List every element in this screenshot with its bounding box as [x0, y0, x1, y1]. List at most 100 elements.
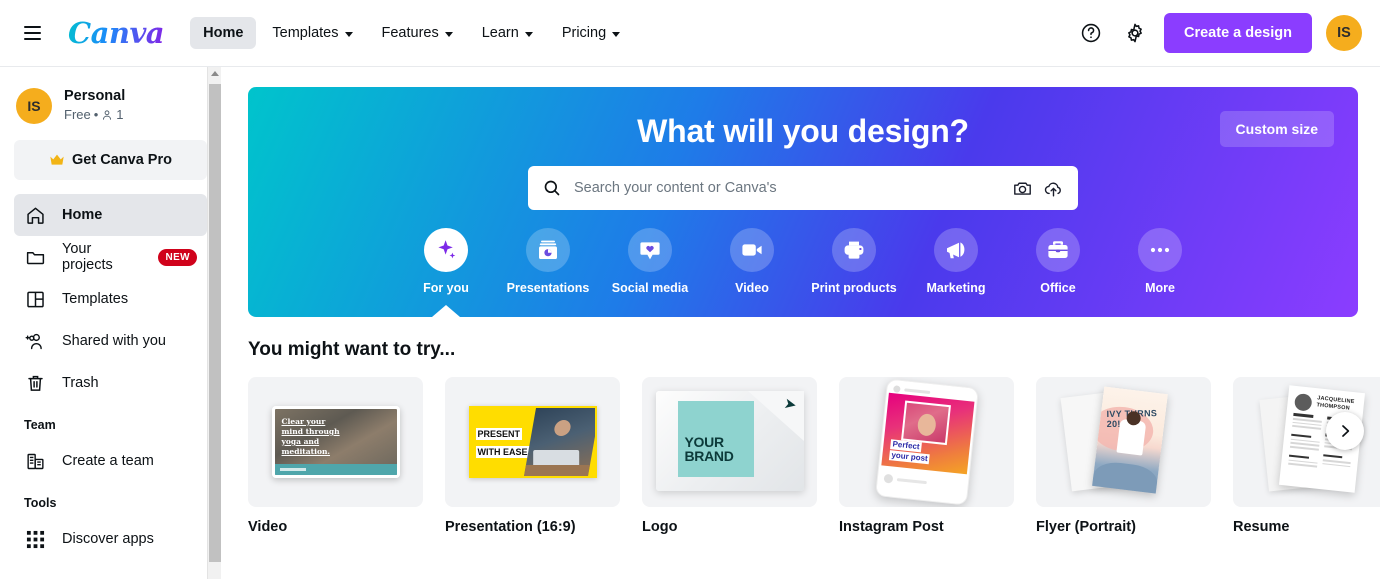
category-more[interactable]: More — [1120, 228, 1200, 295]
logo-thumbnail-art: YOUR BRAND ➤ — [655, 387, 804, 497]
chevron-down-icon — [524, 31, 533, 37]
sidebar-nav-list: Home Your projects NEW Templates Shared … — [0, 190, 221, 404]
video-thumbnail-art: Clear your mind through yoga and meditat… — [271, 406, 400, 478]
folder-icon — [24, 246, 46, 268]
profile-name: Personal — [64, 88, 126, 104]
nav-item-label: Learn — [481, 25, 519, 41]
presentation-art-line1: PRESENT — [475, 428, 523, 440]
sidebar-item-templates[interactable]: Templates — [14, 278, 207, 320]
logo-art-square: YOUR BRAND — [677, 401, 754, 477]
home-icon — [24, 204, 46, 226]
sidebar-item-label: Discover apps — [62, 531, 154, 547]
sidebar-item-label: Your projects — [62, 241, 113, 273]
nav-item-label: Templates — [272, 25, 339, 41]
video-art-caption: Clear your mind through yoga and meditat… — [281, 417, 340, 456]
banner-title: What will you design? — [637, 113, 969, 149]
suggestion-card-logo[interactable]: YOUR BRAND ➤ Logo — [642, 377, 817, 535]
sidebar-item-trash[interactable]: Trash — [14, 362, 207, 404]
category-print-products[interactable]: Print products — [811, 228, 897, 295]
suggestion-card-video[interactable]: Clear your mind through yoga and meditat… — [248, 377, 423, 535]
nav-right-actions: Create a design IS — [1076, 13, 1362, 53]
card-thumbnail: PRESENT WITH EASE — [445, 377, 620, 507]
ellipsis-icon — [1138, 228, 1182, 272]
carousel-next-button[interactable] — [1326, 412, 1364, 450]
suggestion-card-resume[interactable]: JACQUELINE THOMPSON Resume — [1233, 377, 1380, 535]
sparkle-icon — [424, 228, 468, 272]
search-wrapper — [248, 166, 1358, 210]
top-navigation-bar: Canva Home Templates Features Learn Pric… — [0, 0, 1380, 67]
search-icon — [544, 180, 560, 196]
category-office[interactable]: Office — [1018, 228, 1098, 295]
create-a-design-button[interactable]: Create a design — [1164, 13, 1312, 53]
card-label: Video — [248, 519, 288, 535]
category-video[interactable]: Video — [712, 228, 792, 295]
chevron-down-icon — [612, 31, 621, 37]
search-bar[interactable] — [528, 166, 1078, 210]
suggestions-heading: You might want to try... — [248, 339, 456, 360]
card-label: Flyer (Portrait) — [1036, 519, 1136, 535]
active-category-arrow-icon — [432, 305, 460, 317]
card-label: Resume — [1233, 519, 1290, 535]
sidebar-item-label: Home — [62, 207, 103, 223]
sidebar-section-team: Team — [24, 418, 56, 432]
profile-member-count: 1 — [116, 107, 124, 122]
category-for-you[interactable]: For you — [406, 228, 486, 317]
category-label: Video — [735, 281, 769, 295]
cloud-upload-icon[interactable] — [1043, 178, 1064, 199]
profile-plan-row: Free • 1 — [64, 106, 125, 124]
video-progress-bar — [274, 464, 397, 475]
sidebar-profile[interactable]: IS Personal Free • 1 — [0, 81, 221, 138]
user-avatar[interactable]: IS — [1326, 15, 1362, 51]
resume-thumbnail-art: JACQUELINE THOMPSON — [1258, 385, 1380, 498]
nav-item-label: Features — [381, 25, 439, 41]
get-canva-pro-label: Get Canva Pro — [72, 152, 172, 168]
sidebar-item-discover-apps[interactable]: Discover apps — [14, 518, 207, 560]
category-label: Print products — [811, 281, 897, 295]
search-actions — [1012, 178, 1064, 199]
category-presentations[interactable]: Presentations — [507, 228, 589, 295]
hamburger-menu-icon[interactable] — [12, 13, 52, 53]
suggestion-card-presentation[interactable]: PRESENT WITH EASE Presentation (16:9) — [445, 377, 620, 535]
sidebar-item-home[interactable]: Home — [14, 194, 207, 236]
presentation-art-photo — [524, 408, 595, 476]
sidebar-item-shared-with-you[interactable]: Shared with you — [14, 320, 207, 362]
presentation-icon — [526, 228, 570, 272]
sidebar-item-create-a-team[interactable]: Create a team — [14, 440, 207, 482]
nav-item-pricing[interactable]: Pricing — [549, 17, 633, 49]
gear-icon[interactable] — [1120, 18, 1150, 48]
trash-icon — [24, 372, 46, 394]
category-row: For you Presentations Social media Video… — [248, 228, 1358, 317]
category-marketing[interactable]: Marketing — [916, 228, 996, 295]
nav-item-templates[interactable]: Templates — [259, 17, 365, 49]
profile-separator: • — [93, 107, 99, 122]
scroll-up-arrow-icon[interactable] — [210, 71, 219, 76]
nav-item-label: Pricing — [561, 25, 607, 41]
category-social-media[interactable]: Social media — [610, 228, 690, 295]
sidebar-scrollbar[interactable] — [207, 67, 221, 579]
nav-item-features[interactable]: Features — [369, 17, 466, 49]
suggestion-card-flyer[interactable]: IVY TURNS 20! Flyer (Portrait) — [1036, 377, 1211, 535]
category-label: Marketing — [926, 281, 986, 295]
nav-item-learn[interactable]: Learn — [469, 17, 546, 49]
camera-icon[interactable] — [1012, 178, 1033, 199]
sidebar-team-list: Create a team — [0, 436, 221, 482]
logo-art-line2: BRAND — [684, 448, 734, 464]
get-canva-pro-button[interactable]: Get Canva Pro — [14, 140, 207, 180]
nav-item-label: Home — [203, 25, 244, 41]
help-icon[interactable] — [1076, 18, 1106, 48]
building-icon — [24, 450, 46, 472]
custom-size-button[interactable]: Custom size — [1219, 111, 1334, 147]
sidebar-item-your-projects[interactable]: Your projects NEW — [14, 236, 207, 278]
card-thumbnail: Perfect your post — [839, 377, 1014, 507]
suggestion-card-list: Clear your mind through yoga and meditat… — [248, 377, 1380, 535]
nav-item-home[interactable]: Home — [190, 17, 257, 49]
search-input[interactable] — [574, 180, 1000, 196]
category-label: Social media — [611, 281, 689, 295]
design-type-banner: Custom size What will you design? Search… — [248, 87, 1358, 317]
suggestion-card-instagram-post[interactable]: Perfect your post Instagram Post — [839, 377, 1014, 535]
chevron-down-icon — [344, 31, 353, 37]
card-label: Instagram Post — [839, 519, 944, 535]
scrollbar-thumb[interactable] — [209, 84, 221, 562]
canva-logo[interactable]: Canva — [64, 16, 168, 50]
chevron-right-icon — [1342, 425, 1350, 437]
